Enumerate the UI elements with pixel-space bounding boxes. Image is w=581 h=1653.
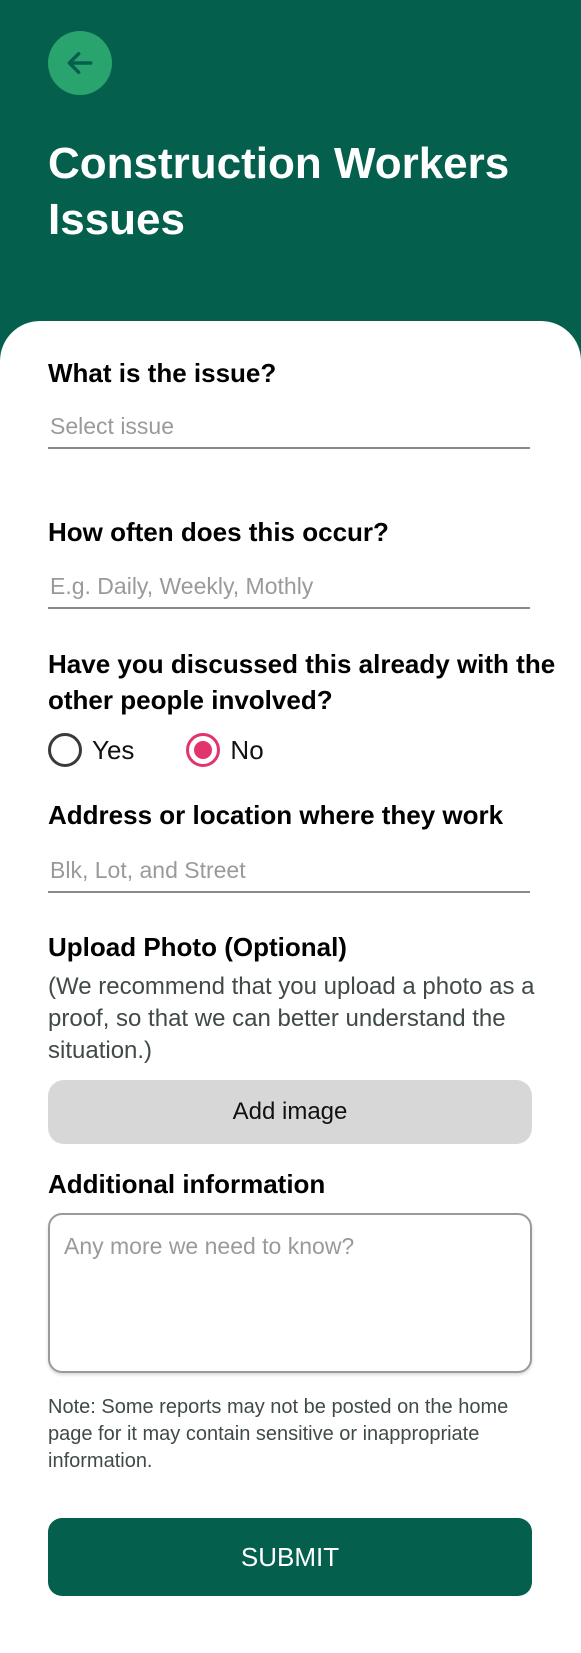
add-image-button[interactable]: Add image: [48, 1080, 532, 1144]
submit-button[interactable]: SUBMIT: [48, 1518, 532, 1596]
radio-yes[interactable]: Yes: [48, 733, 134, 767]
radio-no[interactable]: No: [186, 733, 264, 767]
upload-description: (We recommend that you upload a photo as…: [48, 973, 535, 1064]
issue-select-field[interactable]: [48, 405, 530, 449]
issue-label: What is the issue?: [48, 358, 277, 388]
radio-no-circle[interactable]: [186, 733, 221, 767]
address-field[interactable]: [48, 849, 530, 893]
header: Construction Workers Issues: [0, 0, 581, 340]
arrow-left-icon: [67, 51, 93, 75]
discussed-label: Have you discussed this already with the…: [48, 649, 556, 715]
additional-info-textarea[interactable]: [48, 1213, 532, 1373]
additional-label: Additional information: [48, 1169, 326, 1199]
frequency-label: How often does this occur?: [48, 517, 389, 547]
radio-yes-circle[interactable]: [48, 733, 82, 767]
back-button[interactable]: [48, 31, 112, 95]
upload-label: Upload Photo (Optional): [48, 932, 347, 962]
radio-no-label: No: [230, 734, 264, 765]
radio-selected-dot: [194, 741, 213, 759]
note-text: Note: Some reports may not be posted on …: [48, 1396, 509, 1472]
address-label: Address or location where they work: [48, 800, 504, 830]
discussed-radio-group: Yes No: [48, 733, 316, 767]
frequency-field[interactable]: [48, 565, 530, 609]
page-title: Construction Workers Issues: [48, 139, 510, 244]
radio-yes-label: Yes: [92, 734, 135, 765]
